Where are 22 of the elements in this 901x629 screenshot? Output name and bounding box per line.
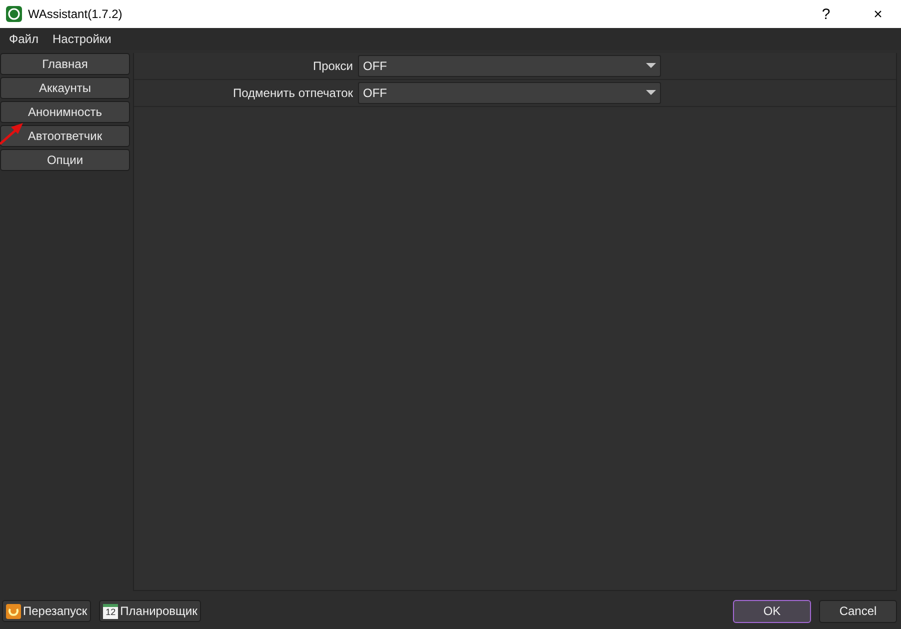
scheduler-button[interactable]: 12 Планировщик bbox=[99, 600, 202, 622]
sidebar-button[interactable]: Автоответчик bbox=[0, 125, 130, 147]
help-button[interactable]: ? bbox=[803, 0, 849, 28]
window-title: WAssistant(1.7.2) bbox=[28, 7, 124, 21]
menu-item[interactable]: Настройки bbox=[52, 32, 112, 46]
refresh-icon bbox=[6, 604, 21, 618]
close-button[interactable]: × bbox=[855, 0, 901, 28]
sidebar-button[interactable]: Опции bbox=[0, 149, 130, 171]
dropdown[interactable]: OFF bbox=[358, 82, 661, 104]
ok-button[interactable]: OK bbox=[733, 600, 811, 622]
sidebar-button[interactable]: Анонимность bbox=[0, 101, 130, 123]
setting-label: Прокси bbox=[312, 59, 354, 73]
annotation-arrow bbox=[0, 120, 24, 146]
sidebar-button[interactable]: Аккаунты bbox=[0, 77, 130, 99]
calendar-icon: 12 bbox=[103, 604, 118, 618]
sidebar-button[interactable]: Главная bbox=[0, 53, 130, 75]
app-logo-icon bbox=[6, 6, 22, 22]
dropdown[interactable]: OFF bbox=[358, 55, 661, 77]
setting-label: Подменить отпечаток bbox=[232, 86, 354, 100]
cancel-button[interactable]: Cancel bbox=[819, 600, 897, 622]
restart-button[interactable]: Перезапуск bbox=[2, 600, 92, 622]
menu-item[interactable]: Файл bbox=[9, 32, 39, 46]
